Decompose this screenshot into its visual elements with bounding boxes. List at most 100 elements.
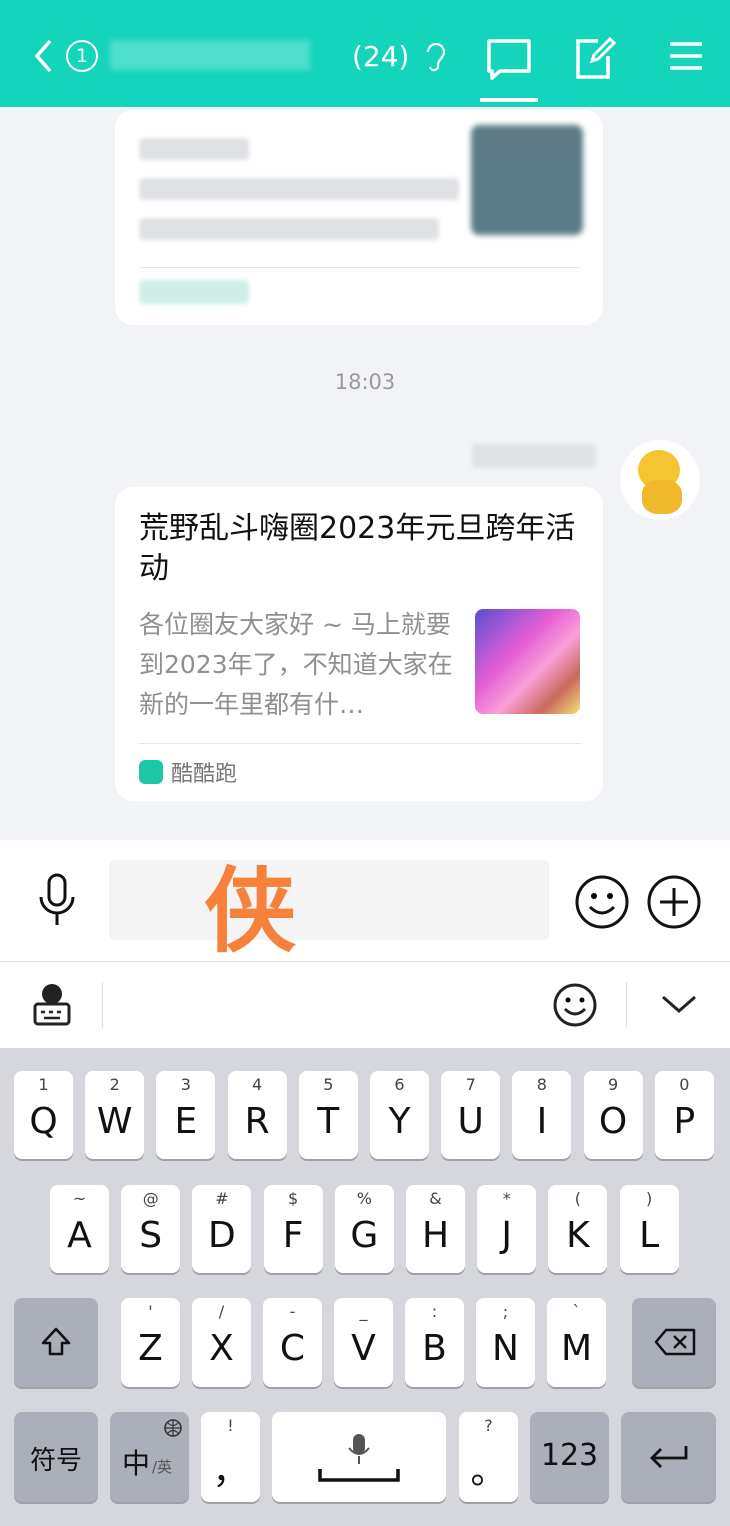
key-label: K bbox=[566, 1215, 590, 1256]
back-icon[interactable] bbox=[32, 38, 54, 74]
key-s[interactable]: @ S bbox=[121, 1185, 181, 1273]
key-hint: 5 bbox=[323, 1075, 334, 1094]
key-o[interactable]: 9O bbox=[583, 1071, 643, 1159]
ear-icon[interactable] bbox=[422, 40, 448, 74]
key-n[interactable]: ; N bbox=[476, 1298, 535, 1387]
key-b[interactable]: :B bbox=[405, 1298, 464, 1387]
card-thumbnail bbox=[475, 609, 580, 714]
key-hint: ? bbox=[484, 1416, 493, 1435]
avatar[interactable] bbox=[620, 440, 700, 520]
key-hint: 1 bbox=[38, 1075, 49, 1094]
key-hint: 2 bbox=[109, 1075, 120, 1094]
menu-icon[interactable] bbox=[668, 40, 704, 72]
enter-key[interactable] bbox=[621, 1412, 716, 1502]
edit-icon[interactable] bbox=[574, 36, 616, 80]
key-g[interactable]: % G bbox=[334, 1185, 394, 1273]
emoji-icon[interactable] bbox=[574, 874, 630, 930]
key-v[interactable]: _ V bbox=[334, 1298, 393, 1387]
key-label: L bbox=[639, 1215, 660, 1256]
numbers-key[interactable]: 123 bbox=[530, 1412, 609, 1502]
key-z[interactable]: ' Z bbox=[121, 1298, 180, 1387]
comma-key[interactable]: !， bbox=[201, 1412, 260, 1502]
shared-link-card[interactable]: 荒野乱斗嗨圈2023年元旦跨年活动 各位圈友大家好 ~ 马上就要到2023年了，… bbox=[115, 487, 603, 801]
key-t[interactable]: 5T bbox=[298, 1071, 358, 1159]
plus-icon[interactable] bbox=[646, 874, 702, 930]
key-j[interactable]: * J bbox=[477, 1185, 537, 1273]
key-l[interactable]: ) L bbox=[619, 1185, 679, 1273]
key-x[interactable]: / X bbox=[192, 1298, 251, 1387]
key-label: A bbox=[67, 1215, 92, 1256]
key-label: P bbox=[673, 1101, 696, 1142]
shift-key[interactable] bbox=[14, 1298, 98, 1387]
key-hint: 3 bbox=[180, 1075, 191, 1094]
key-w[interactable]: 2W bbox=[85, 1071, 145, 1159]
app-logo-icon bbox=[139, 760, 163, 784]
key-label: V bbox=[351, 1328, 376, 1369]
key-label: 。 bbox=[470, 1451, 507, 1492]
previous-card-blurred[interactable] bbox=[115, 110, 603, 325]
key-label: M bbox=[560, 1328, 593, 1369]
key-label: Y bbox=[388, 1101, 411, 1142]
delete-key[interactable] bbox=[632, 1298, 716, 1387]
period-key[interactable]: ?。 bbox=[459, 1412, 518, 1502]
key-h[interactable]: & H bbox=[406, 1185, 465, 1273]
key-label: 中 bbox=[122, 1447, 151, 1480]
key-d[interactable]: # D bbox=[192, 1185, 252, 1273]
key-p[interactable]: 0P bbox=[654, 1071, 714, 1159]
key-label: D bbox=[208, 1215, 236, 1256]
key-hint: 6 bbox=[394, 1075, 405, 1094]
key-q[interactable]: 1Q bbox=[14, 1071, 73, 1159]
key-hint: @ bbox=[142, 1189, 159, 1208]
key-label: Q bbox=[29, 1101, 58, 1142]
key-hint: 8 bbox=[536, 1075, 547, 1094]
key-hint: ( bbox=[574, 1189, 582, 1208]
card-title: 荒野乱斗嗨圈2023年元旦跨年活动 bbox=[139, 511, 576, 586]
symbols-key[interactable]: 符号 bbox=[14, 1412, 98, 1502]
key-hint: ' bbox=[148, 1302, 153, 1321]
space-bar-icon bbox=[318, 1469, 400, 1482]
emoji-keyboard-icon[interactable] bbox=[552, 982, 598, 1028]
key-a[interactable]: ~ A bbox=[50, 1185, 109, 1273]
key-hint: : bbox=[431, 1302, 438, 1321]
key-label: I bbox=[536, 1101, 548, 1142]
key-c[interactable]: -C bbox=[263, 1298, 322, 1387]
globe-icon bbox=[164, 1419, 182, 1437]
input-bar: 侠 bbox=[0, 840, 730, 962]
keyboard-toolbar bbox=[0, 962, 730, 1048]
key-hint: ! bbox=[227, 1416, 234, 1435]
key-k[interactable]: (K bbox=[548, 1185, 608, 1273]
key-hint: % bbox=[356, 1189, 372, 1208]
key-label: ， bbox=[212, 1451, 249, 1492]
key-label: R bbox=[244, 1101, 270, 1142]
key-m[interactable]: ` M bbox=[547, 1298, 606, 1387]
key-r[interactable]: 4R bbox=[227, 1071, 287, 1159]
keyboard: 1 Q 2 W 3 E 4 R 5 T 6 Y 7 U 8 I 9 O 0 P ~ A @ S # D $ F% G & H * J(K) L ' Z… bbox=[0, 1048, 730, 1526]
member-count: (24) bbox=[352, 40, 410, 73]
key-hint: _ bbox=[359, 1302, 368, 1321]
chat-icon[interactable] bbox=[486, 38, 532, 80]
collapse-keyboard-icon[interactable] bbox=[660, 992, 698, 1016]
key-hint: * bbox=[502, 1189, 511, 1208]
key-label: F bbox=[282, 1215, 304, 1256]
key-hint: 4 bbox=[252, 1075, 263, 1094]
keyboard-settings-icon[interactable] bbox=[32, 982, 72, 1026]
key-f[interactable]: $ F bbox=[263, 1185, 323, 1273]
key-u[interactable]: 7U bbox=[441, 1071, 501, 1159]
language-toggle-key[interactable]: 中/英 bbox=[110, 1412, 189, 1502]
key-label: E bbox=[174, 1101, 198, 1142]
space-key[interactable] bbox=[272, 1412, 446, 1502]
key-e[interactable]: 3E bbox=[156, 1071, 216, 1159]
key-label: H bbox=[421, 1215, 450, 1256]
key-label: 123 bbox=[540, 1438, 599, 1473]
key-hint: 9 bbox=[608, 1075, 619, 1094]
key-i[interactable]: 8I bbox=[512, 1071, 572, 1159]
card-summary: 各位圈友大家好 ~ 马上就要到2023年了，不知道大家在新的一年里都有什… bbox=[139, 610, 453, 719]
card-source: 酷酷跑 bbox=[171, 762, 238, 787]
unread-badge[interactable]: 1 bbox=[66, 40, 98, 72]
key-label: W bbox=[96, 1101, 133, 1142]
backspace-icon bbox=[654, 1328, 696, 1356]
message-input[interactable]: 侠 bbox=[109, 860, 549, 962]
key-y[interactable]: 6Y bbox=[370, 1071, 429, 1159]
key-hint: ` bbox=[572, 1302, 581, 1321]
microphone-icon[interactable] bbox=[36, 872, 78, 928]
